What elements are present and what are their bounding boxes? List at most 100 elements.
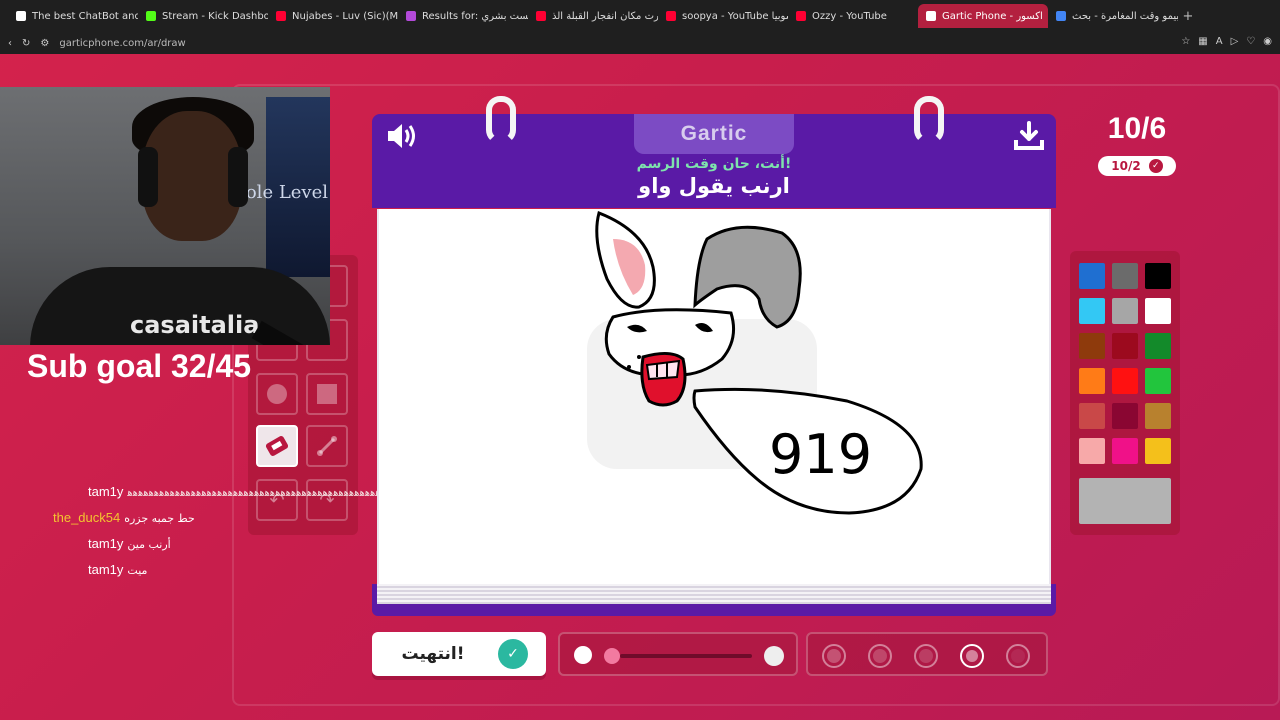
- rectangle-tool[interactable]: [306, 373, 348, 415]
- chat-username: tam1y: [88, 562, 124, 577]
- color-swatch[interactable]: [1112, 403, 1138, 429]
- back-icon[interactable]: ‹: [8, 38, 12, 49]
- opacity-option[interactable]: [914, 644, 938, 668]
- color-swatch[interactable]: [1145, 368, 1171, 394]
- line-tool[interactable]: [306, 425, 348, 467]
- color-swatch[interactable]: [1079, 298, 1105, 324]
- brush-size-slider[interactable]: [558, 632, 798, 676]
- gartic-logo-text: Gartic: [680, 122, 748, 145]
- new-tab-button[interactable]: +: [1178, 9, 1198, 24]
- browser-tab[interactable]: The best ChatBot and W: [8, 4, 138, 28]
- bookmark-icon[interactable]: ☆: [1181, 36, 1190, 47]
- opacity-dot: [827, 649, 841, 663]
- chat-username: tam1y: [88, 536, 124, 551]
- tab-favicon-icon: [146, 11, 156, 21]
- eraser-tool-selected[interactable]: [256, 425, 298, 467]
- selected-color-preview[interactable]: [1079, 478, 1171, 524]
- color-swatch[interactable]: [1079, 263, 1105, 289]
- opacity-dot: [873, 649, 887, 663]
- done-button[interactable]: انتهيت! ✓: [372, 632, 546, 676]
- tab-favicon-icon: [796, 11, 806, 21]
- browser-tab[interactable]: Ozzy - YouTube: [788, 4, 918, 28]
- brush-size-large-icon[interactable]: [764, 646, 784, 666]
- color-swatch[interactable]: [1145, 333, 1171, 359]
- drawing-prompt: ارنب يقول واو: [638, 174, 790, 198]
- color-swatch[interactable]: [1145, 263, 1171, 289]
- color-swatch[interactable]: [1112, 333, 1138, 359]
- sub-goal-text: Sub goal 32/45: [27, 348, 252, 384]
- color-swatch[interactable]: [1145, 438, 1171, 464]
- color-swatch[interactable]: [1079, 333, 1105, 359]
- tab-label: Ozzy - YouTube: [812, 10, 887, 22]
- browser-tab[interactable]: Results for: لست بشري: [398, 4, 528, 28]
- browser-tab[interactable]: Stream - Kick Dashboar: [138, 4, 268, 28]
- eraser-icon: [265, 436, 289, 456]
- tab-favicon-icon: [926, 11, 936, 21]
- chat-text: أرنب مين: [127, 538, 171, 551]
- color-swatch[interactable]: [1079, 403, 1105, 429]
- chat-text: ميت: [127, 564, 148, 577]
- binder-ring-right: [914, 96, 944, 144]
- webcam-overlay: Sole Level casaitalia: [0, 87, 330, 345]
- url-text[interactable]: garticphone.com/ar/draw: [59, 38, 185, 49]
- shirt-logo: casaitalia: [130, 311, 260, 339]
- color-swatch[interactable]: [1112, 438, 1138, 464]
- color-swatch[interactable]: [1112, 368, 1138, 394]
- opacity-option[interactable]: [1006, 644, 1030, 668]
- brush-size-small-icon[interactable]: [574, 646, 592, 664]
- draw-instruction: أنت، حان وقت الرسم!: [636, 156, 792, 172]
- speaker-icon[interactable]: [384, 120, 420, 152]
- binder-ring-left: [486, 96, 516, 144]
- players-done-count: 10/2: [1111, 159, 1141, 173]
- brush-size-track: [620, 654, 752, 658]
- chat-message: the_duck54 حط جمبه جزره: [53, 510, 195, 525]
- tab-favicon-icon: [536, 11, 546, 21]
- heart-icon[interactable]: ♡: [1246, 36, 1255, 47]
- color-swatch[interactable]: [1079, 368, 1105, 394]
- download-icon[interactable]: [1012, 120, 1046, 152]
- brush-size-thumb[interactable]: [604, 648, 620, 664]
- browser-tab[interactable]: زرت مكان انفجار القبلة الذ: [528, 4, 658, 28]
- opacity-dot: [1011, 649, 1025, 663]
- opacity-dot: [919, 649, 933, 663]
- browser-tab[interactable]: Nujabes - Luv (Sic)(Moc: [268, 4, 398, 28]
- browser-tab[interactable]: بيمو وقت المغامرة - بحث: [1048, 4, 1178, 28]
- opacity-option[interactable]: [960, 644, 984, 668]
- color-swatch[interactable]: [1145, 403, 1171, 429]
- chat-message: tam1y أرنب مين: [88, 536, 171, 551]
- players-done-pill: 10/2 ✓: [1098, 156, 1176, 176]
- color-swatch[interactable]: [1112, 298, 1138, 324]
- tab-favicon-icon: [276, 11, 286, 21]
- play-icon[interactable]: ▷: [1231, 36, 1239, 47]
- tab-favicon-icon: [1056, 11, 1066, 21]
- color-swatch[interactable]: [1079, 438, 1105, 464]
- opacity-dot: [966, 650, 978, 662]
- site-info-icon[interactable]: ⚙: [40, 38, 49, 49]
- gartic-logo: Gartic: [634, 114, 794, 154]
- done-button-label: انتهيت!: [401, 644, 465, 664]
- line-icon: [317, 436, 337, 456]
- profile-icon[interactable]: ◉: [1263, 36, 1272, 47]
- canvas-page-edges: [377, 584, 1051, 604]
- color-swatch[interactable]: [1145, 298, 1171, 324]
- tab-label: Stream - Kick Dashboar: [162, 10, 268, 22]
- reload-icon[interactable]: ↻: [22, 38, 30, 49]
- browser-tab[interactable]: soopya - YouTube سوبيا: [658, 4, 788, 28]
- tab-label: soopya - YouTube سوبيا: [682, 10, 788, 22]
- square-icon: [317, 384, 337, 404]
- extension-icon[interactable]: ▦: [1198, 36, 1207, 47]
- translate-icon[interactable]: A: [1216, 36, 1223, 47]
- browser-tab[interactable]: Gartic Phone - اكسور: [918, 4, 1048, 28]
- address-bar: ‹ ↻ ⚙ garticphone.com/ar/draw ☆ ▦ A ▷ ♡ …: [0, 32, 1280, 54]
- opacity-selector: [806, 632, 1048, 676]
- color-swatch[interactable]: [1112, 263, 1138, 289]
- round-counter: 10/6: [1107, 112, 1167, 145]
- opacity-option[interactable]: [868, 644, 892, 668]
- chat-text: حط جمبه جزره: [124, 512, 195, 525]
- headphone-right: [228, 147, 248, 207]
- circle-tool[interactable]: [256, 373, 298, 415]
- browser-tab-strip: The best ChatBot and W Stream - Kick Dash…: [0, 0, 1280, 32]
- opacity-option[interactable]: [822, 644, 846, 668]
- tab-label: Gartic Phone - اكسور: [942, 10, 1043, 22]
- chat-message: tam1y ميت: [88, 562, 147, 577]
